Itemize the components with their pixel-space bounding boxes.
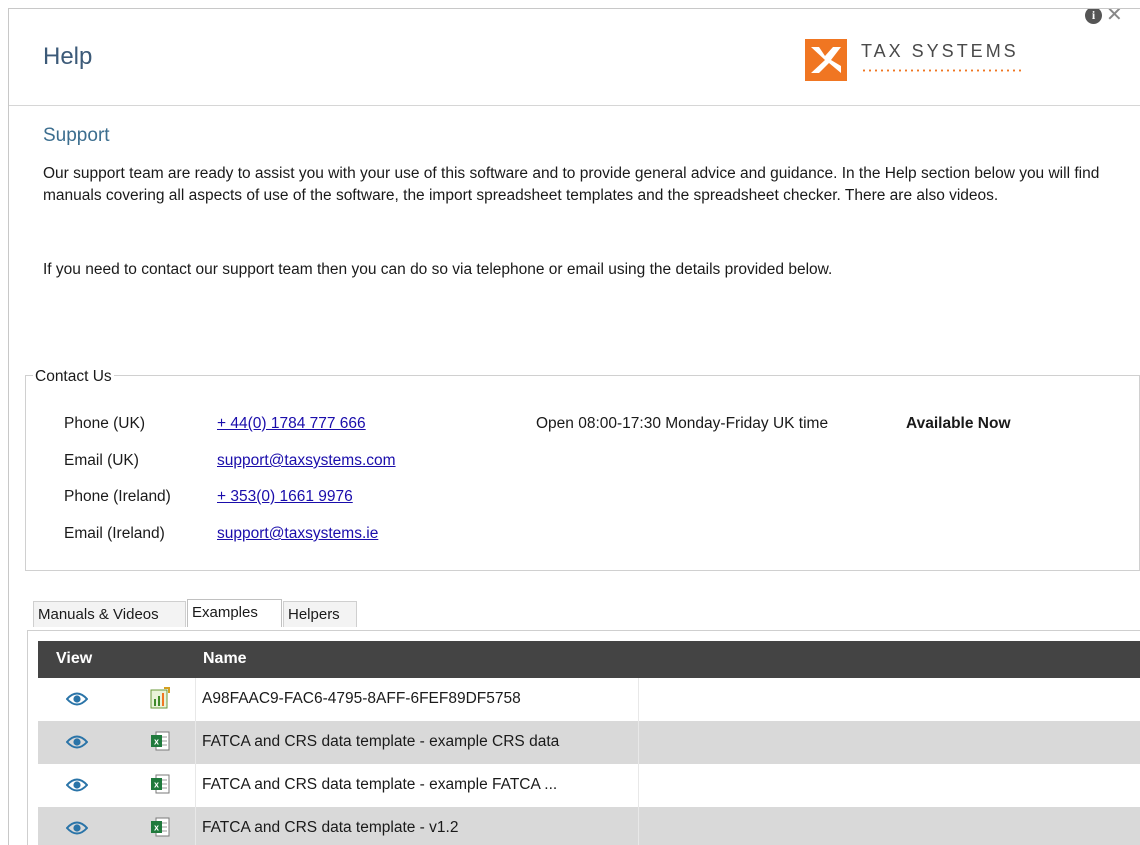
logo-text: TAX SYSTEMS bbox=[861, 41, 1019, 61]
row-name: FATCA and CRS data template - example FA… bbox=[202, 776, 558, 793]
phone-uk-label: Phone (UK) bbox=[64, 415, 145, 432]
email-uk-label: Email (UK) bbox=[64, 452, 139, 469]
svg-text:x: x bbox=[154, 780, 159, 790]
eye-icon[interactable] bbox=[66, 820, 88, 836]
window-controls: i ✕ bbox=[1085, 9, 1123, 25]
email-uk-link[interactable]: support@taxsystems.com bbox=[217, 452, 396, 470]
close-icon[interactable]: ✕ bbox=[1106, 9, 1123, 25]
chart-file-icon bbox=[150, 687, 170, 709]
tab-examples[interactable]: Examples bbox=[187, 599, 282, 627]
email-ireland-label: Email (Ireland) bbox=[64, 525, 165, 542]
title-bar: Help TAX SYSTEMS i ✕ bbox=[9, 9, 1140, 106]
email-ireland-link[interactable]: support@taxsystems.ie bbox=[217, 525, 378, 543]
eye-icon[interactable] bbox=[66, 777, 88, 793]
table-row[interactable]: x FATCA and CRS data template - example … bbox=[38, 721, 1140, 764]
excel-file-icon: x bbox=[151, 817, 170, 837]
contact-us-group bbox=[25, 375, 1140, 571]
tab-manuals-videos[interactable]: Manuals & Videos bbox=[33, 601, 186, 627]
table-row[interactable]: A98FAAC9-FAC6-4795-8AFF-6FEF89DF5758 bbox=[38, 678, 1140, 721]
info-icon[interactable]: i bbox=[1085, 9, 1102, 24]
cell-separator bbox=[638, 721, 639, 764]
cell-separator bbox=[195, 764, 196, 807]
contact-us-legend: Contact Us bbox=[33, 368, 114, 386]
examples-grid: View Name A98FAAC9-FAC6-4795-8AFF-6FEF89… bbox=[27, 630, 1140, 845]
excel-file-icon: x bbox=[151, 774, 170, 794]
logo-mark-icon bbox=[805, 39, 847, 81]
support-heading: Support bbox=[43, 125, 110, 146]
page-title: Help bbox=[43, 43, 93, 70]
excel-file-icon: x bbox=[151, 731, 170, 751]
row-name: FATCA and CRS data template - v1.2 bbox=[202, 819, 459, 836]
phone-ireland-link[interactable]: + 353(0) 1661 9976 bbox=[217, 488, 353, 506]
column-header-name[interactable]: Name bbox=[203, 650, 247, 668]
support-paragraph: Our support team are ready to assist you… bbox=[43, 165, 1100, 204]
phone-ireland-label: Phone (Ireland) bbox=[64, 488, 171, 505]
row-name: FATCA and CRS data template - example CR… bbox=[202, 733, 560, 750]
column-header-view[interactable]: View bbox=[56, 650, 92, 668]
cell-separator bbox=[195, 678, 196, 721]
svg-text:x: x bbox=[154, 823, 159, 833]
eye-icon[interactable] bbox=[66, 734, 88, 750]
logo-dots bbox=[861, 69, 1021, 72]
cell-separator bbox=[195, 721, 196, 764]
cell-separator bbox=[638, 764, 639, 807]
grid-header: View Name bbox=[38, 641, 1140, 678]
tax-systems-logo: TAX SYSTEMS bbox=[805, 39, 1045, 85]
cell-separator bbox=[638, 807, 639, 845]
table-row[interactable]: x FATCA and CRS data template - example … bbox=[38, 764, 1140, 807]
phone-uk-link[interactable]: + 44(0) 1784 777 666 bbox=[217, 415, 366, 433]
eye-icon[interactable] bbox=[66, 691, 88, 707]
svg-text:x: x bbox=[154, 737, 159, 747]
cell-separator bbox=[638, 678, 639, 721]
row-name: A98FAAC9-FAC6-4795-8AFF-6FEF89DF5758 bbox=[202, 690, 521, 707]
cell-separator bbox=[195, 807, 196, 845]
contact-note: If you need to contact our support team … bbox=[43, 261, 833, 278]
help-window: Help TAX SYSTEMS i ✕ Support Our support… bbox=[8, 8, 1140, 845]
table-row[interactable]: x FATCA and CRS data template - v1.2 bbox=[38, 807, 1140, 845]
tab-helpers[interactable]: Helpers bbox=[283, 601, 357, 627]
availability-status: Available Now bbox=[906, 415, 1011, 432]
opening-hours: Open 08:00-17:30 Monday-Friday UK time bbox=[536, 415, 829, 432]
